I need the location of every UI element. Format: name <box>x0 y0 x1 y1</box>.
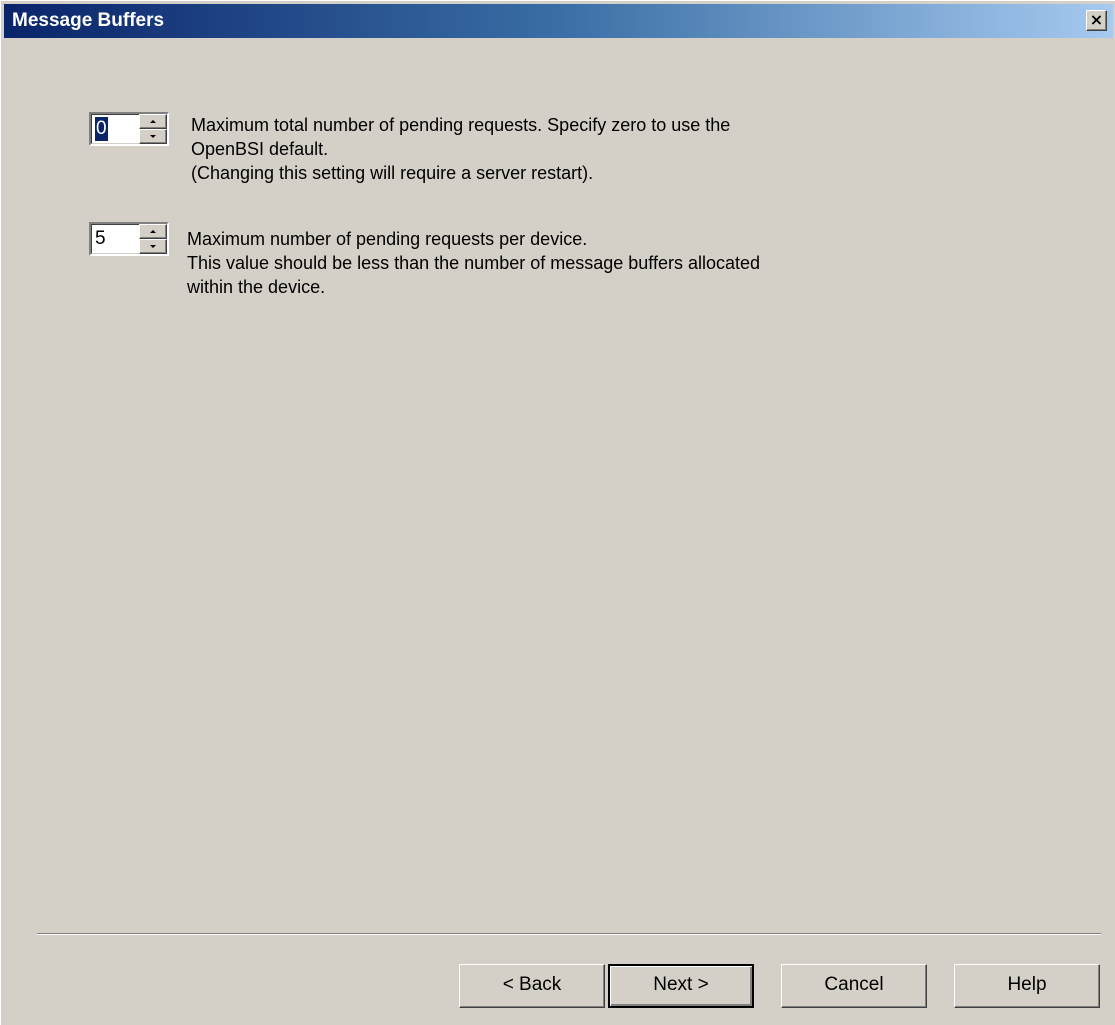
arrow-down-icon <box>150 135 156 138</box>
title-bar: Message Buffers × <box>4 4 1113 38</box>
close-button[interactable]: × <box>1086 10 1107 31</box>
spin-up-button[interactable] <box>139 114 167 129</box>
description-line: Maximum number of pending requests per d… <box>187 229 588 249</box>
help-button[interactable]: Help <box>954 964 1100 1008</box>
close-icon: × <box>1089 10 1104 29</box>
max-pending-requests-per-device-description: Maximum number of pending requests per d… <box>187 227 760 299</box>
window-title: Message Buffers <box>12 10 165 31</box>
spin-buttons <box>139 114 167 144</box>
next-button[interactable]: Next > <box>608 964 754 1008</box>
max-pending-requests-per-device-spinner[interactable]: 5 <box>89 222 169 256</box>
max-total-pending-requests-spinner[interactable]: 0 <box>89 112 169 146</box>
max-pending-requests-per-device-value[interactable]: 5 <box>95 227 106 251</box>
cancel-button[interactable]: Cancel <box>781 964 927 1008</box>
arrow-up-icon <box>150 120 156 123</box>
description-line: (Changing this setting will require a se… <box>191 163 594 183</box>
message-buffers-dialog: Message Buffers × 0 Maximum total number… <box>0 0 1115 1025</box>
description-line: Maximum total number of pending requests… <box>191 115 731 135</box>
arrow-down-icon <box>150 245 156 248</box>
description-line: This value should be less than the numbe… <box>187 253 761 273</box>
spin-buttons <box>139 224 167 254</box>
separator <box>37 933 1101 935</box>
arrow-up-icon <box>150 230 156 233</box>
max-total-pending-requests-value[interactable]: 0 <box>95 117 108 141</box>
description-line: OpenBSI default. <box>191 139 329 159</box>
back-button[interactable]: < Back <box>459 964 605 1008</box>
description-line: within the device. <box>187 277 326 297</box>
spin-down-button[interactable] <box>139 239 167 254</box>
spin-up-button[interactable] <box>139 224 167 239</box>
spin-down-button[interactable] <box>139 129 167 144</box>
max-total-pending-requests-description: Maximum total number of pending requests… <box>191 113 730 185</box>
